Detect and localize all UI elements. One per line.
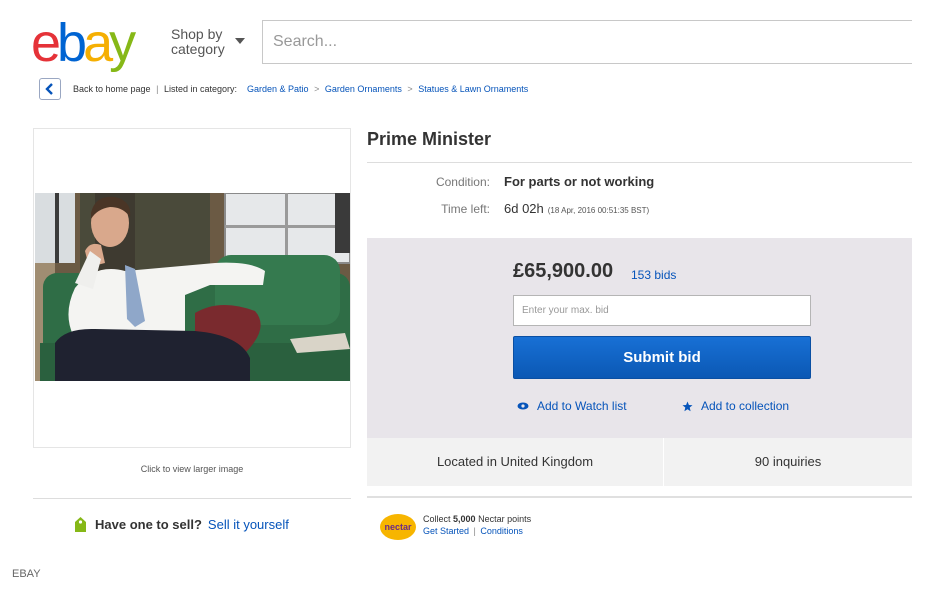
back-button[interactable] (39, 78, 61, 100)
time-left-value: 6d 02h (504, 201, 544, 216)
nectar-panel: nectar Collect 5,000 Nectar points Get S… (367, 496, 912, 558)
have-one-to-sell-label: Have one to sell? (95, 517, 202, 532)
image-credit: EBAY (12, 568, 41, 580)
shop-by-line1: Shop by (171, 26, 223, 42)
search-bar (262, 20, 912, 64)
breadcrumb-item-garden-ornaments[interactable]: Garden Ornaments (325, 84, 402, 94)
breadcrumb: Back to home page | Listed in category: … (73, 84, 528, 94)
chevron-left-icon (45, 83, 53, 95)
item-photo-illustration (35, 193, 350, 381)
condition-value: For parts or not working (504, 174, 655, 189)
listed-in-category-label: Listed in category: (163, 84, 237, 94)
condition-row: Condition: For parts or not working (367, 174, 654, 189)
shop-by-line2: category (171, 41, 225, 57)
nectar-text: Collect 5,000 Nectar points Get Started … (423, 513, 531, 537)
chevron-down-icon (235, 38, 245, 44)
condition-label: Condition: (435, 175, 490, 189)
bid-panel: £65,900.00 153 bids Submit bid Add to Wa… (367, 238, 912, 438)
nectar-logo-icon: nectar (380, 514, 416, 540)
breadcrumb-chevron: > (314, 84, 320, 94)
logo-letter-a: a (83, 13, 113, 73)
inquiries-count: 90 inquiries (754, 454, 822, 469)
divider (367, 162, 912, 163)
logo-letter-b: b (57, 13, 87, 73)
logo-letter-y: y (109, 13, 136, 73)
collect-prefix: Collect (423, 514, 451, 524)
nectar-logo-text: nectar (384, 522, 412, 532)
watch-list-label: Add to Watch list (537, 399, 627, 413)
click-to-enlarge-text[interactable]: Click to view larger image (33, 464, 351, 474)
ebay-logo[interactable]: ebay (31, 13, 136, 73)
breadcrumb-item-garden-patio[interactable]: Garden & Patio (247, 84, 309, 94)
shop-by-category-button[interactable]: Shop by category (171, 26, 245, 57)
tag-icon (75, 517, 86, 532)
sell-it-yourself-link[interactable]: Sell it yourself (208, 517, 289, 532)
breadcrumb-item-statues[interactable]: Statues & Lawn Ornaments (418, 84, 528, 94)
item-image-panel (33, 128, 351, 448)
current-price: £65,900.00 (513, 260, 614, 282)
conditions-link[interactable]: Conditions (480, 526, 523, 536)
nectar-separator: | (473, 526, 476, 536)
eye-icon (517, 402, 529, 410)
add-to-watch-list-button[interactable]: Add to Watch list (517, 399, 627, 413)
end-time-detail: (18 Apr, 2016 00:51:35 BST) (547, 206, 650, 215)
max-bid-input[interactable] (514, 296, 810, 325)
sell-row: Have one to sell? Sell it yourself (74, 516, 289, 533)
breadcrumb-chevron: > (407, 84, 413, 94)
item-photo[interactable] (35, 193, 350, 381)
breadcrumb-separator: | (156, 84, 159, 94)
location-row: Located in United Kingdom 90 inquiries (367, 438, 912, 486)
max-bid-field (513, 295, 811, 326)
collect-suffix: Nectar points (478, 514, 532, 524)
search-input[interactable] (263, 21, 912, 63)
item-location: Located in United Kingdom (436, 454, 594, 469)
add-to-collection-button[interactable]: Add to collection (682, 399, 789, 413)
divider (33, 498, 351, 499)
back-to-home-link[interactable]: Back to home page (73, 84, 151, 94)
submit-bid-button[interactable]: Submit bid (513, 336, 811, 379)
bid-count-link[interactable]: 153 bids (631, 268, 676, 282)
collection-label: Add to collection (701, 399, 790, 413)
item-title: Prime Minister (367, 129, 492, 149)
get-started-link[interactable]: Get Started (423, 526, 469, 536)
logo-letter-e: e (31, 13, 61, 73)
time-left-row: Time left: 6d 02h (18 Apr, 2016 00:51:35 B… (367, 201, 649, 216)
nectar-points: 5,000 (453, 514, 476, 524)
time-left-label: Time left: (441, 202, 490, 216)
star-icon (682, 401, 693, 411)
